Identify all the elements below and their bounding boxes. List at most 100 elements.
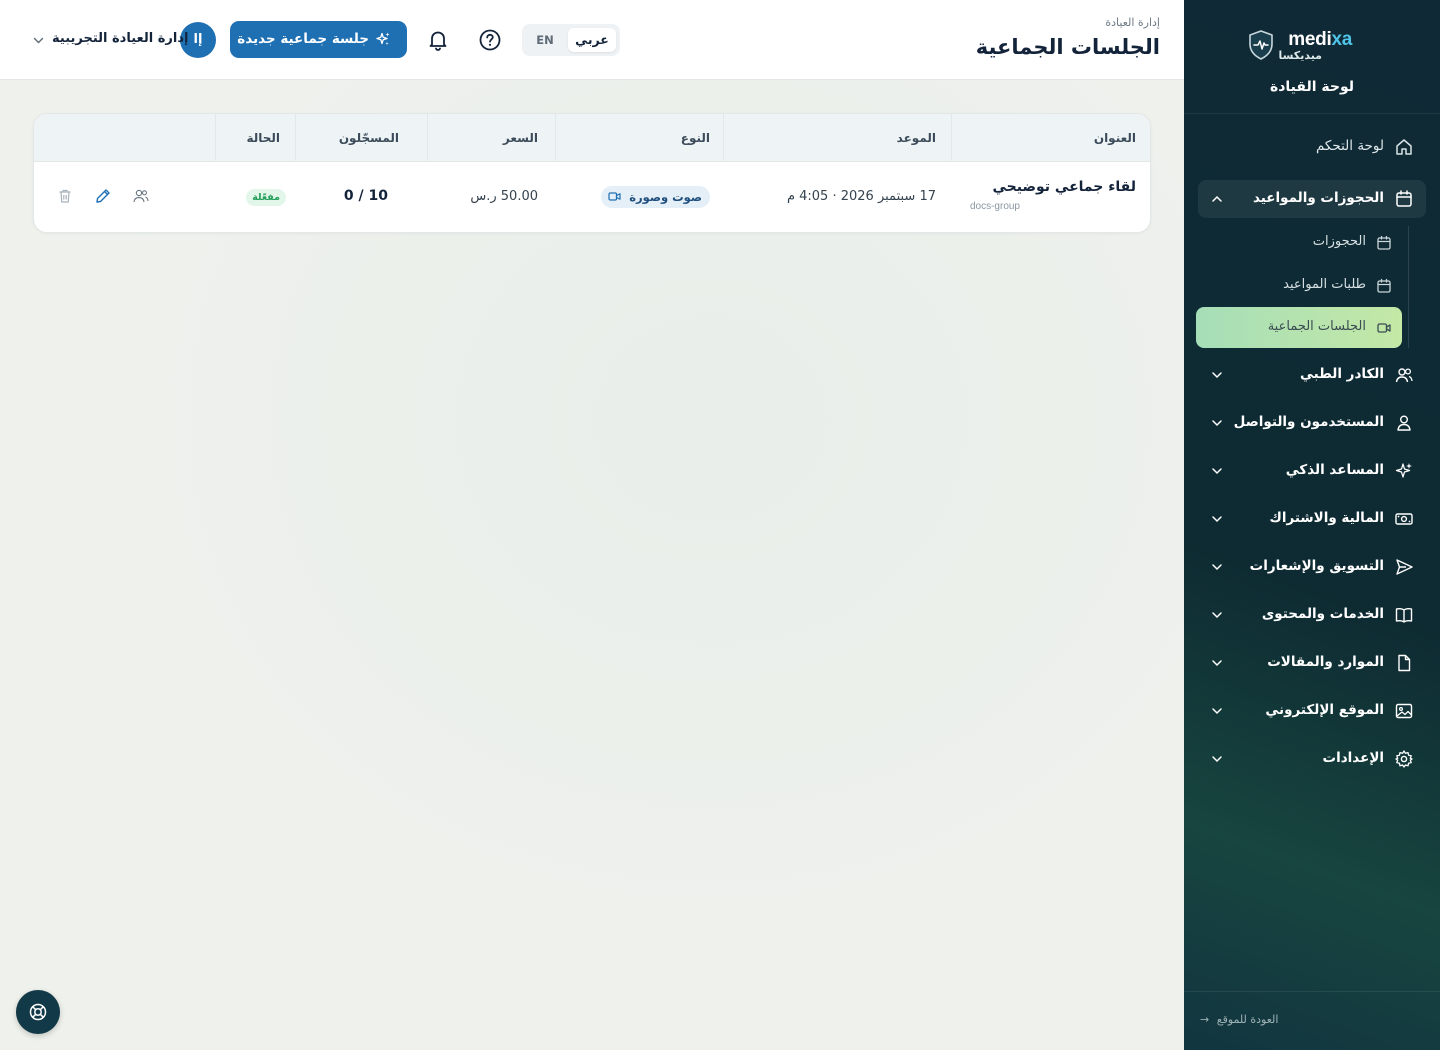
sidebar-subitem-appointment-requests[interactable]: طلبات المواعيد [1196, 266, 1402, 304]
sidebar-item-medical-staff[interactable]: الكادر الطبي [1198, 356, 1426, 394]
send-icon [1396, 559, 1413, 575]
sidebar-item-users[interactable]: المستخدمون والتواصل [1198, 404, 1426, 442]
table-header: العنوان الموعد النوع السعر المسجّلون الح… [34, 114, 1150, 162]
column-header-status[interactable]: الحالة [246, 131, 280, 145]
sparkles-icon [376, 32, 390, 45]
sidebar-item-bookings[interactable]: الحجوزات والمواعيد [1198, 180, 1426, 218]
session-date: 17 سبتمبر 2026 · 4:05 م [786, 189, 936, 204]
user-icon [1397, 415, 1411, 431]
help-button[interactable] [476, 26, 504, 54]
sidebar-item-label: الموارد والمقالات [1267, 654, 1384, 670]
money-icon [1395, 513, 1413, 525]
chevron-down-icon [1212, 468, 1222, 475]
column-header-title[interactable]: العنوان [1094, 131, 1136, 145]
column-separator [951, 114, 952, 162]
chevron-down-icon [1212, 660, 1222, 667]
sidebar-subitem-group-sessions[interactable]: الجلسات الجماعية [1196, 307, 1402, 348]
home-icon [1396, 139, 1412, 155]
top-header: إدارة العيادة الجلسات الجماعية عربي EN ج… [0, 0, 1184, 80]
session-type-badge: صوت وصورة [601, 186, 710, 208]
lifebuoy-icon [29, 1003, 47, 1021]
chevron-down-icon [1212, 516, 1222, 523]
language-switch: عربي EN [522, 24, 620, 56]
back-to-site-link[interactable]: العودة للموقع → [1200, 1013, 1278, 1026]
brand-name: medixa [1288, 29, 1352, 50]
sidebar-item-services[interactable]: الخدمات والمحتوى [1198, 596, 1426, 634]
table-row[interactable]: لقاء جماعي توضيحي docs-group 17 سبتمبر 2… [34, 162, 1150, 232]
sidebar-item-finance[interactable]: المالية والاشتراك [1198, 500, 1426, 538]
lang-arabic-button[interactable]: عربي [568, 28, 616, 52]
column-header-date[interactable]: الموعد [897, 131, 936, 145]
sidebar-item-label: المستخدمون والتواصل [1233, 414, 1384, 430]
calendar-icon [1396, 190, 1412, 207]
session-registered: 0 / 10 [343, 188, 388, 204]
video-icon [608, 192, 621, 201]
sidebar-item-label: الإعدادات [1322, 750, 1384, 766]
image-icon [1395, 703, 1413, 719]
breadcrumb[interactable]: إدارة العيادة [1105, 16, 1160, 29]
chevron-down-icon [1212, 708, 1222, 715]
chevron-down-icon [1212, 420, 1222, 427]
sidebar-item-label: التسويق والإشعارات [1249, 558, 1384, 574]
help-icon [479, 29, 501, 51]
edit-pencil-icon[interactable] [94, 187, 112, 205]
notifications-button[interactable] [424, 26, 452, 54]
sidebar-title: لوحة القيادة [1269, 79, 1355, 95]
sidebar-item-label: المساعد الذكي [1285, 462, 1384, 478]
chevron-down-icon[interactable] [32, 34, 45, 47]
column-header-registered[interactable]: المسجّلون [339, 131, 399, 145]
calendar-icon [1377, 278, 1391, 293]
status-badge: مفعّلة [246, 189, 286, 206]
sidebar-subitem-bookings[interactable]: الحجوزات [1196, 223, 1402, 261]
new-group-session-button[interactable]: جلسة جماعية جديدة [230, 21, 407, 58]
divider [1184, 113, 1440, 114]
sidebar-item-marketing[interactable]: التسويق والإشعارات [1198, 548, 1426, 586]
sparkles-icon [1395, 463, 1412, 478]
column-header-price[interactable]: السعر [503, 131, 538, 145]
sidebar-item-ai-assistant[interactable]: المساعد الذكي [1198, 452, 1426, 490]
sidebar-item-label: الخدمات والمحتوى [1261, 606, 1384, 622]
sidebar-item-label: لوحة التحكم [1315, 138, 1384, 154]
users-icon [1395, 368, 1413, 383]
chevron-up-icon [1212, 195, 1222, 202]
main-content: العنوان الموعد النوع السعر المسجّلون الح… [0, 80, 1184, 1050]
chevron-down-icon [1212, 756, 1222, 763]
sidebar-item-resources[interactable]: الموارد والمقالات [1198, 644, 1426, 682]
session-slug: docs-group [969, 201, 1020, 212]
sidebar-subitem-label: طلبات المواعيد [1283, 277, 1366, 292]
arrow-right-icon: → [1200, 1013, 1210, 1026]
video-icon [1377, 323, 1391, 333]
sidebar-item-label: الحجوزات والمواعيد [1252, 190, 1384, 206]
column-separator [295, 114, 296, 162]
column-separator [215, 114, 216, 162]
trash-icon[interactable] [56, 187, 74, 205]
sidebar-item-website[interactable]: الموقع الإلكتروني [1198, 692, 1426, 730]
page-title: الجلسات الجماعية [975, 35, 1160, 59]
gear-icon [1395, 750, 1413, 768]
participants-icon[interactable] [132, 187, 150, 205]
sidebar-item-settings[interactable]: الإعدادات [1198, 740, 1426, 778]
clinic-name[interactable]: إدارة العيادة التجريبية [52, 31, 188, 46]
back-to-site-label: العودة للموقع [1216, 1013, 1279, 1026]
sidebar-item-label: المالية والاشتراك [1269, 510, 1384, 526]
sidebar-subitem-label: الجلسات الجماعية [1267, 319, 1366, 334]
sidebar-item-label: الموقع الإلكتروني [1265, 702, 1384, 718]
brand-arabic-name: ميديكسا [1278, 49, 1322, 62]
bell-icon [429, 31, 447, 51]
column-separator [723, 114, 724, 162]
chevron-down-icon [1212, 372, 1222, 379]
column-header-type[interactable]: النوع [681, 131, 710, 145]
calendar-icon [1377, 235, 1391, 250]
chevron-down-icon [1212, 612, 1222, 619]
new-group-session-label: جلسة جماعية جديدة [237, 31, 369, 47]
session-title: لقاء جماعي توضيحي [992, 179, 1137, 195]
book-icon [1395, 608, 1413, 623]
shield-pulse-icon [1249, 30, 1273, 60]
support-fab[interactable] [16, 990, 60, 1034]
brand-logo[interactable]: medixa ميديكسا [1184, 28, 1440, 68]
group-sessions-table: العنوان الموعد النوع السعر المسجّلون الح… [33, 113, 1151, 233]
sidebar-item-label: الكادر الطبي [1299, 366, 1384, 382]
lang-english-button[interactable]: EN [530, 28, 560, 52]
sidebar-subitem-label: الحجوزات [1312, 234, 1366, 249]
sidebar-item-dashboard[interactable]: لوحة التحكم [1198, 128, 1426, 166]
